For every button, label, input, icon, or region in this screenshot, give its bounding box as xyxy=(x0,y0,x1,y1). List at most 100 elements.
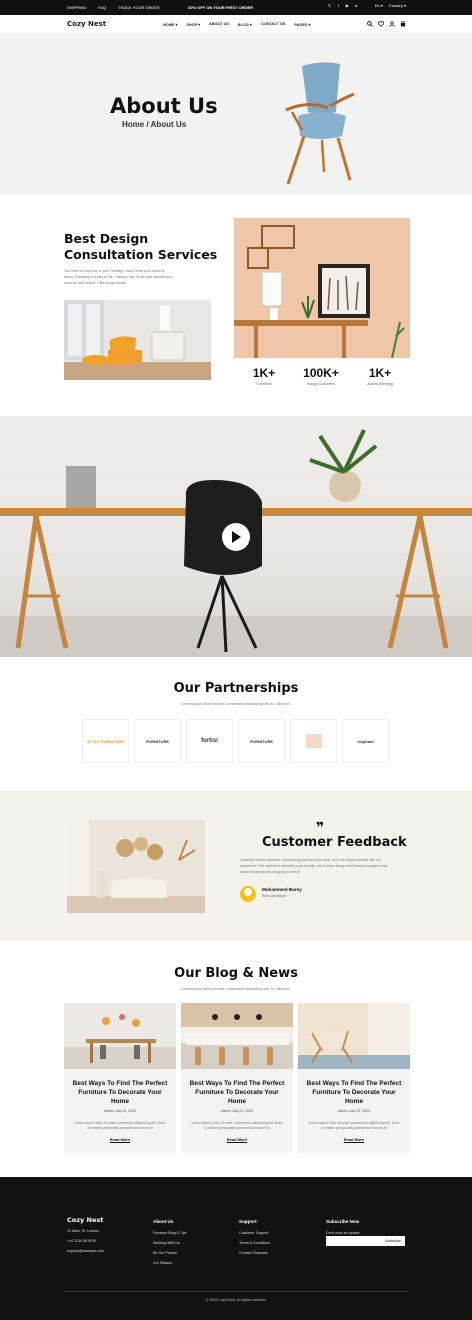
stat-furniture-label: Furniture xyxy=(256,382,272,386)
blog-card-title[interactable]: Best Ways To Find The Perfect Furniture … xyxy=(304,1079,404,1106)
copyright: © 2024 Cozy Nest. All rights reserved. xyxy=(205,1298,267,1302)
stat-furniture-value: 1K+ xyxy=(252,366,276,380)
living-room-image xyxy=(67,820,205,913)
user-icon[interactable] xyxy=(389,21,395,27)
partner-logo[interactable]: FURNITURE xyxy=(134,719,181,763)
blog-card-desc: Lorem ipsum dolor sit amet consectetur a… xyxy=(308,1121,400,1130)
feedback-section: ❞ Customer Feedback I recently had the p… xyxy=(0,791,472,941)
nav-pages[interactable]: PAGES ▾ xyxy=(294,22,310,27)
blog-image xyxy=(64,1003,176,1069)
footer: Cozy Nest 12 Main, Pt. London +44 1234 5… xyxy=(0,1177,472,1320)
nav-shop[interactable]: SHOP ▾ xyxy=(186,22,200,27)
nav-home-label: HOME xyxy=(163,23,175,27)
country-select[interactable]: Country ▾ xyxy=(389,3,406,8)
blog-card-title[interactable]: Best Ways To Find The Perfect Furniture … xyxy=(187,1079,287,1106)
language-label: En xyxy=(374,3,380,8)
partner-logo[interactable] xyxy=(290,719,337,763)
footer-address: 12 Main, Pt. London xyxy=(67,1229,100,1233)
armchair-image xyxy=(285,62,355,185)
footer-link[interactable]: Be Our Partner xyxy=(153,1248,187,1258)
footer-link[interactable]: Terms & Conditions xyxy=(239,1238,270,1248)
stat-customers-label: Happy Customer xyxy=(306,382,336,386)
youtube-icon[interactable]: ▶ xyxy=(345,3,350,8)
footer-logo[interactable]: Cozy Nest xyxy=(67,1215,104,1225)
main-nav: Cozy Nest HOME ▾ SHOP ▾ ABOUT US BLOG ▾ … xyxy=(0,15,472,34)
reviewer-role: Web Developer xyxy=(262,894,287,898)
footer-about-col: About Us Furniture Blog & Tips Working W… xyxy=(153,1217,187,1268)
nav-blog[interactable]: BLOG ▾ xyxy=(238,22,252,27)
footer-email[interactable]: support@example.com xyxy=(67,1246,104,1256)
partnerships-subtitle: Lorem ipsum dolor sit amet, consectetur … xyxy=(181,702,291,706)
stat-furniture: 1K+ Furniture xyxy=(239,366,289,386)
blog-card[interactable]: Best Ways To Find The Perfect Furniture … xyxy=(64,1003,176,1153)
nav-icons xyxy=(367,21,406,27)
sofa-room-image xyxy=(64,300,211,380)
partner-logo[interactable]: elephant xyxy=(342,719,389,763)
cart-icon[interactable] xyxy=(400,21,406,27)
footer-link[interactable]: Contact Channels xyxy=(239,1248,270,1258)
partner-logo[interactable]: fortisi xyxy=(186,719,233,763)
stat-customers: 100K+ Happy Customer xyxy=(296,366,346,386)
play-button[interactable] xyxy=(222,523,250,551)
logo[interactable]: Cozy Nest xyxy=(67,20,106,28)
blog-card[interactable]: Best Ways To Find The Perfect Furniture … xyxy=(298,1003,410,1153)
footer-link[interactable]: Furniture Blog & Tips xyxy=(153,1228,187,1238)
blog-card-meta: Admin July 23, 2024 xyxy=(220,1109,254,1113)
lounge-chair-image xyxy=(298,1003,410,1069)
nav-contact[interactable]: CONTACT US xyxy=(261,22,286,27)
footer-link[interactable]: Our Mission xyxy=(153,1258,187,1268)
video-section xyxy=(0,416,472,657)
facebook-icon[interactable]: f xyxy=(336,3,341,8)
partner-logo[interactable]: STYLE FURNITURE xyxy=(82,719,129,763)
feedback-text: I recently had the pleasure of purchasin… xyxy=(240,858,388,874)
footer-link[interactable]: Customer Support xyxy=(239,1228,270,1238)
subscribe-button[interactable]: Subscribe xyxy=(385,1239,401,1243)
top-links: SHIPPING FAQ TRACK YOUR ORDER xyxy=(67,5,160,10)
shelf-wall-image xyxy=(234,218,410,358)
nav-home[interactable]: HOME ▾ xyxy=(163,22,177,27)
faq-link[interactable]: FAQ xyxy=(98,5,106,10)
reviewer-name: Mohammed Borey xyxy=(262,887,302,892)
subscribe-email-input[interactable]: Subscribe xyxy=(326,1236,405,1246)
blog-subtitle: Lorem ipsum dolor sit amet, consectetur … xyxy=(181,987,291,991)
search-icon[interactable] xyxy=(367,21,373,27)
track-order-link[interactable]: TRACK YOUR ORDER xyxy=(118,5,160,10)
breadcrumb: Home / About Us xyxy=(122,120,187,129)
partner-logo-text: FURNITURE xyxy=(249,738,274,744)
play-icon xyxy=(232,531,241,543)
top-right: 𝕏 f ▶ ● En ▾ Country ▾ xyxy=(327,3,406,8)
partnerships-title: Our Partnerships xyxy=(173,681,299,696)
blog-card-desc: Lorem ipsum dolor sit amet consectetur a… xyxy=(74,1121,166,1130)
pinterest-icon[interactable]: ● xyxy=(354,3,359,8)
footer-support-col: Support Customer Support Terms & Conditi… xyxy=(239,1217,270,1258)
footer-phone[interactable]: +44 1234 5678 90 xyxy=(67,1236,104,1246)
partner-logo-mark xyxy=(305,734,322,748)
page-title: About Us xyxy=(110,94,218,118)
shipping-link[interactable]: SHIPPING xyxy=(67,5,86,10)
read-more-link[interactable]: Read More xyxy=(181,1137,293,1142)
about-text: You have to stay true to your heritage; … xyxy=(64,269,173,285)
blog-card-meta: Admin July 23, 2024 xyxy=(337,1109,371,1113)
partner-logo[interactable]: FURNITURE xyxy=(238,719,285,763)
footer-subscribe-col: Subscribe Now Don't miss an update xyxy=(326,1217,360,1238)
footer-support-title: Support xyxy=(239,1219,257,1224)
footer-link[interactable]: Working With Us xyxy=(153,1238,187,1248)
top-bar: SHIPPING FAQ TRACK YOUR ORDER 20% OFF ON… xyxy=(0,0,472,15)
heart-icon[interactable] xyxy=(378,21,384,27)
blog-title: Our Blog & News xyxy=(174,966,298,981)
partner-logo-text: elephant xyxy=(357,738,374,744)
read-more-link[interactable]: Read More xyxy=(64,1137,176,1142)
language-select[interactable]: En ▾ xyxy=(375,3,383,8)
country-label: Country xyxy=(388,3,403,8)
nav-menu: HOME ▾ SHOP ▾ ABOUT US BLOG ▾ CONTACT US… xyxy=(163,22,310,27)
quote-icon: ❞ xyxy=(316,820,325,836)
blog-card-title[interactable]: Best Ways To Find The Perfect Furniture … xyxy=(70,1079,170,1106)
nav-blog-label: BLOG xyxy=(237,23,249,27)
blog-card[interactable]: Best Ways To Find The Perfect Furniture … xyxy=(181,1003,293,1153)
read-more-link[interactable]: Read More xyxy=(298,1137,410,1142)
kitchen-image xyxy=(181,1003,293,1069)
footer-brand-col: Cozy Nest 12 Main, Pt. London +44 1234 5… xyxy=(67,1215,104,1256)
feedback-title: Customer Feedback xyxy=(262,835,407,850)
x-icon[interactable]: 𝕏 xyxy=(327,3,332,8)
nav-about[interactable]: ABOUT US xyxy=(209,22,229,27)
